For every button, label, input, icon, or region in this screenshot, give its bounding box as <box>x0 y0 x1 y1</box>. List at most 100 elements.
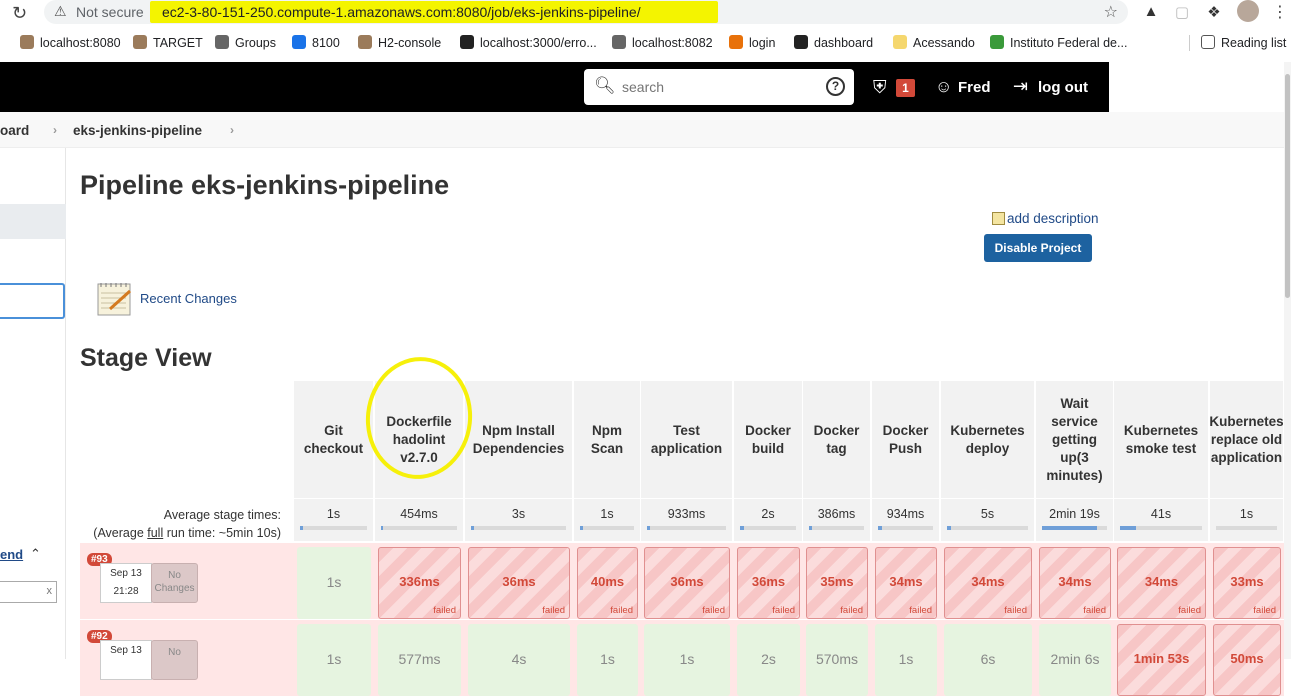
breadcrumb-job[interactable]: eks-jenkins-pipeline <box>73 123 202 138</box>
bookmark-label: login <box>749 36 776 50</box>
bookmark-favicon-icon <box>460 35 474 49</box>
user-icon[interactable]: ☺ <box>935 77 952 97</box>
angular-extension-icon[interactable]: ▲ <box>1142 3 1160 21</box>
bookmark-item[interactable]: login <box>729 35 775 50</box>
stage-header[interactable]: Npm Scan <box>574 381 641 498</box>
bookmark-item[interactable]: 8100 <box>292 35 340 50</box>
bookmark-item[interactable]: localhost:8082 <box>612 35 713 50</box>
help-icon[interactable]: ? <box>826 77 845 96</box>
stage-cell[interactable]: 6s <box>944 624 1032 696</box>
stage-cell[interactable]: 577ms <box>378 624 461 696</box>
scrollbar-thumb[interactable] <box>1285 74 1290 298</box>
build-changes[interactable]: No <box>151 640 198 680</box>
stage-cell[interactable]: 34ms failed <box>875 547 937 619</box>
bookmark-item[interactable]: Acessando <box>893 35 975 50</box>
stage-cell[interactable]: 34ms failed <box>1117 547 1206 619</box>
stage-header[interactable]: Test application <box>641 381 733 498</box>
bookmark-label: Groups <box>235 36 276 50</box>
stage-header[interactable]: Wait service getting up(3 minutes) <box>1036 381 1114 498</box>
stage-cell[interactable]: 36ms failed <box>737 547 800 619</box>
menu-icon[interactable]: ⋮ <box>1272 2 1288 22</box>
url-text[interactable]: ec2-3-80-151-250.compute-1.amazonaws.com… <box>162 4 641 20</box>
puzzle-icon[interactable]: ❖ <box>1205 3 1223 21</box>
stage-cell[interactable]: 33ms failed <box>1213 547 1281 619</box>
search-icon: 🔍︎ <box>594 76 616 95</box>
alert-badge[interactable]: 1 <box>896 79 915 97</box>
stage-cell[interactable]: 34ms failed <box>944 547 1032 619</box>
bookmark-star-icon[interactable]: ☆ <box>1104 2 1118 22</box>
stage-cell[interactable]: 50ms <box>1213 624 1281 696</box>
collapse-icon[interactable]: ⌃ <box>30 546 41 562</box>
side-panel-focused-item[interactable] <box>0 283 65 319</box>
stage-cell[interactable]: 1s <box>644 624 730 696</box>
profile-avatar[interactable] <box>1237 0 1259 22</box>
stage-cell[interactable]: 570ms <box>806 624 868 696</box>
logout-icon[interactable]: ⇥ <box>1013 76 1028 97</box>
bookmark-item[interactable]: dashboard <box>794 35 873 50</box>
stage-cell[interactable]: 336ms failed <box>378 547 461 619</box>
stage-cell[interactable]: 34ms failed <box>1039 547 1111 619</box>
omnibox[interactable]: ⚠ Not secure ec2-3-80-151-250.compute-1.… <box>44 0 1128 24</box>
stage-header[interactable]: Dockerfile hadolint v2.7.0 <box>375 381 464 498</box>
bookmark-item[interactable]: localhost:3000/erro... <box>460 35 597 50</box>
bookmark-item[interactable]: TARGET <box>133 35 203 50</box>
stage-cell[interactable]: 4s <box>468 624 570 696</box>
not-secure-label[interactable]: Not secure <box>76 4 144 20</box>
clear-filter-icon[interactable]: x <box>47 585 53 597</box>
stage-header[interactable]: Git checkout <box>294 381 374 498</box>
stage-cell[interactable]: 1s <box>297 624 371 696</box>
build-date: Sep 13 21:28 <box>100 563 152 603</box>
stage-header[interactable]: Docker build <box>734 381 803 498</box>
extension-icon[interactable]: ▢ <box>1173 3 1191 21</box>
stage-cell[interactable]: 40ms failed <box>577 547 638 619</box>
logout-link[interactable]: log out <box>1038 79 1088 96</box>
stage-cell[interactable]: 35ms failed <box>806 547 868 619</box>
reading-list[interactable]: Reading list <box>1201 35 1286 50</box>
build-date-day: Sep 13 <box>110 568 142 579</box>
vertical-scrollbar[interactable] <box>1284 62 1291 659</box>
reload-icon[interactable]: ↻ <box>12 3 27 24</box>
build-filter-input[interactable]: x <box>0 581 57 603</box>
stage-cell[interactable]: 2s <box>737 624 800 696</box>
bookmark-item[interactable]: H2-console <box>358 35 441 50</box>
notepad-icon[interactable] <box>96 279 134 317</box>
stage-cell[interactable]: 1s <box>875 624 937 696</box>
shield-icon[interactable]: ⛨ <box>873 77 887 98</box>
stage-header[interactable]: Npm Install Dependencies <box>465 381 573 498</box>
recent-changes-link[interactable]: Recent Changes <box>140 291 237 306</box>
stage-cell[interactable]: 2min 6s <box>1039 624 1111 696</box>
bookmark-item[interactable]: localhost:8080 <box>20 35 121 50</box>
stage-cell[interactable]: 1min 53s <box>1117 624 1206 696</box>
stage-header[interactable]: Kubernetes deploy <box>941 381 1035 498</box>
stage-header[interactable]: Kubernetes replace old application <box>1210 381 1284 498</box>
breadcrumb: oard › eks-jenkins-pipeline › <box>0 112 1284 148</box>
user-link[interactable]: Fred <box>958 79 991 96</box>
stage-cell-failed-label: failed <box>1083 605 1106 616</box>
stage-cell[interactable]: 36ms failed <box>468 547 570 619</box>
stage-average: 1s <box>574 499 641 541</box>
stage-header[interactable]: Docker Push <box>872 381 940 498</box>
trend-link[interactable]: end <box>0 547 23 562</box>
disable-project-button[interactable]: Disable Project <box>984 234 1092 262</box>
stage-cell-duration: 1s <box>898 651 914 667</box>
breadcrumb-dashboard[interactable]: oard <box>0 123 29 138</box>
stage-header[interactable]: Kubernetes smoke test <box>1114 381 1209 498</box>
search-box[interactable]: 🔍︎ ? <box>584 69 854 105</box>
bookmark-item[interactable]: Groups <box>215 35 276 50</box>
side-panel-active-item[interactable] <box>0 204 66 239</box>
stage-average-bar-fill <box>471 526 474 530</box>
stage-average-bar <box>300 526 367 530</box>
avg-full-link[interactable]: full <box>147 526 163 540</box>
page-title: Pipeline eks-jenkins-pipeline <box>80 170 450 200</box>
stage-header[interactable]: Docker tag <box>803 381 871 498</box>
stage-cell[interactable]: 1s <box>577 624 638 696</box>
bookmark-item[interactable]: Instituto Federal de... <box>990 35 1127 50</box>
stage-average-bar-fill <box>381 526 383 530</box>
chevron-right-icon[interactable]: › <box>230 123 234 137</box>
stage-cell[interactable]: 36ms failed <box>644 547 730 619</box>
build-changes[interactable]: No Changes <box>151 563 198 603</box>
avg-stage-times-text: Average stage times: <box>163 508 281 522</box>
search-input[interactable] <box>622 77 812 97</box>
add-description-link[interactable]: add description <box>992 211 1099 226</box>
stage-cell[interactable]: 1s <box>297 547 371 619</box>
